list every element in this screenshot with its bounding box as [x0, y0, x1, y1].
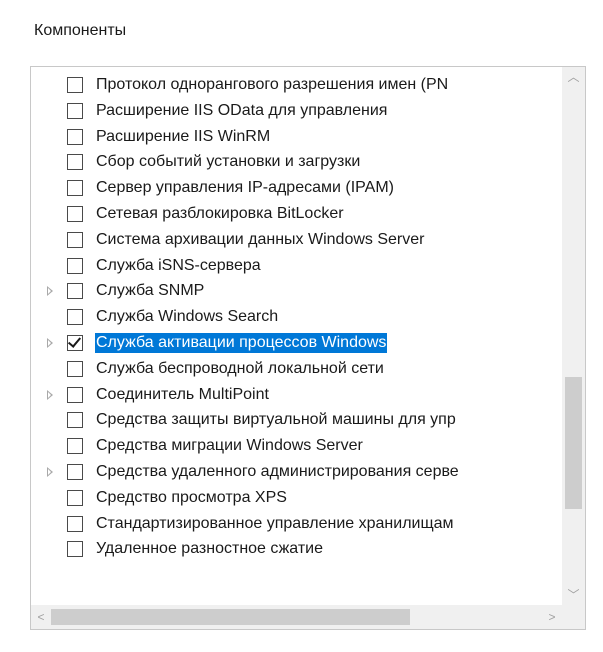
features-tree-list[interactable]: Протокол однорангового разрешения имен (… — [30, 66, 586, 630]
feature-row[interactable]: Служба Windows Search — [31, 304, 562, 330]
feature-label[interactable]: Стандартизированное управление хранилища… — [95, 514, 455, 534]
feature-checkbox[interactable] — [67, 102, 83, 119]
feature-checkbox[interactable] — [67, 386, 83, 403]
feature-row[interactable]: Служба SNMP — [31, 278, 562, 304]
feature-row[interactable]: Средство просмотра XPS — [31, 485, 562, 511]
feature-row[interactable]: Протокол однорангового разрешения имен (… — [31, 72, 562, 98]
feature-label[interactable]: Расширение IIS WinRM — [95, 127, 271, 147]
feature-checkbox[interactable] — [67, 180, 83, 197]
feature-label[interactable]: Средства миграции Windows Server — [95, 436, 364, 456]
scroll-down-icon[interactable]: ﹀ — [562, 585, 585, 605]
feature-row[interactable]: Сервер управления IP-адресами (IPAM) — [31, 175, 562, 201]
scrollbar-corner — [562, 605, 585, 629]
feature-row[interactable]: Служба активации процессов Windows — [31, 330, 562, 356]
feature-label[interactable]: Средства защиты виртуальной машины для у… — [95, 410, 457, 430]
feature-row[interactable]: Расширение IIS OData для управления — [31, 98, 562, 124]
feature-checkbox[interactable] — [67, 515, 83, 532]
feature-label[interactable]: Служба активации процессов Windows — [95, 333, 388, 353]
feature-label[interactable]: Сетевая разблокировка BitLocker — [95, 204, 345, 224]
expand-chevron-icon[interactable] — [47, 467, 53, 477]
horizontal-scrollbar[interactable]: < > — [31, 605, 562, 629]
feature-checkbox[interactable] — [67, 309, 83, 326]
vertical-scroll-thumb[interactable] — [565, 377, 582, 509]
feature-row[interactable]: Удаленное разностное сжатие — [31, 536, 562, 562]
feature-row[interactable]: Система архивации данных Windows Server — [31, 227, 562, 253]
feature-row[interactable]: Сетевая разблокировка BitLocker — [31, 201, 562, 227]
feature-label[interactable]: Средство просмотра XPS — [95, 488, 288, 508]
feature-label[interactable]: Сервер управления IP-адресами (IPAM) — [95, 178, 395, 198]
feature-checkbox[interactable] — [67, 334, 83, 351]
scroll-right-icon[interactable]: > — [542, 605, 562, 629]
feature-label[interactable]: Удаленное разностное сжатие — [95, 539, 324, 559]
feature-label[interactable]: Служба iSNS-сервера — [95, 256, 262, 276]
feature-checkbox[interactable] — [67, 541, 83, 558]
feature-row[interactable]: Сбор событий установки и загрузки — [31, 149, 562, 175]
feature-label[interactable]: Расширение IIS OData для управления — [95, 101, 388, 121]
feature-row[interactable]: Служба iSNS-сервера — [31, 253, 562, 279]
feature-checkbox[interactable] — [67, 257, 83, 274]
feature-checkbox[interactable] — [67, 154, 83, 171]
expand-chevron-icon[interactable] — [47, 338, 53, 348]
feature-checkbox[interactable] — [67, 412, 83, 429]
feature-checkbox[interactable] — [67, 231, 83, 248]
feature-row[interactable]: Средства удаленного администрирования се… — [31, 459, 562, 485]
feature-row[interactable]: Средства защиты виртуальной машины для у… — [31, 407, 562, 433]
feature-label[interactable]: Система архивации данных Windows Server — [95, 230, 425, 250]
feature-label[interactable]: Протокол однорангового разрешения имен (… — [95, 75, 449, 95]
horizontal-scroll-thumb[interactable] — [51, 609, 410, 625]
feature-row[interactable]: Соединитель MultiPoint — [31, 382, 562, 408]
feature-checkbox[interactable] — [67, 438, 83, 455]
feature-checkbox[interactable] — [67, 128, 83, 145]
expand-chevron-icon[interactable] — [47, 286, 53, 297]
scroll-up-icon[interactable]: ︿ — [562, 67, 585, 87]
feature-row[interactable]: Средства миграции Windows Server — [31, 433, 562, 459]
feature-checkbox[interactable] — [67, 464, 83, 480]
feature-row[interactable]: Стандартизированное управление хранилища… — [31, 511, 562, 537]
feature-row[interactable]: Расширение IIS WinRM — [31, 124, 562, 150]
feature-checkbox[interactable] — [67, 360, 83, 377]
feature-checkbox[interactable] — [67, 283, 83, 300]
features-list-content: Протокол однорангового разрешения имен (… — [31, 67, 562, 605]
feature-checkbox[interactable] — [67, 77, 83, 93]
feature-row[interactable]: Служба беспроводной локальной сети — [31, 356, 562, 382]
expand-chevron-icon[interactable] — [47, 389, 53, 400]
feature-label[interactable]: Служба беспроводной локальной сети — [95, 359, 385, 379]
feature-checkbox[interactable] — [67, 489, 83, 506]
feature-label[interactable]: Средства удаленного администрирования се… — [95, 462, 460, 482]
feature-label[interactable]: Служба SNMP — [95, 281, 205, 301]
feature-label[interactable]: Соединитель MultiPoint — [95, 385, 270, 405]
vertical-scrollbar[interactable]: ︿ ﹀ — [562, 67, 585, 605]
section-title: Компоненты — [34, 22, 127, 39]
scroll-left-icon[interactable]: < — [31, 605, 51, 629]
checkmark-icon — [67, 334, 82, 348]
feature-checkbox[interactable] — [67, 206, 83, 222]
features-page: Компоненты Протокол однорангового разреш… — [0, 0, 603, 652]
feature-label[interactable]: Служба Windows Search — [95, 307, 279, 327]
feature-label[interactable]: Сбор событий установки и загрузки — [95, 152, 361, 172]
